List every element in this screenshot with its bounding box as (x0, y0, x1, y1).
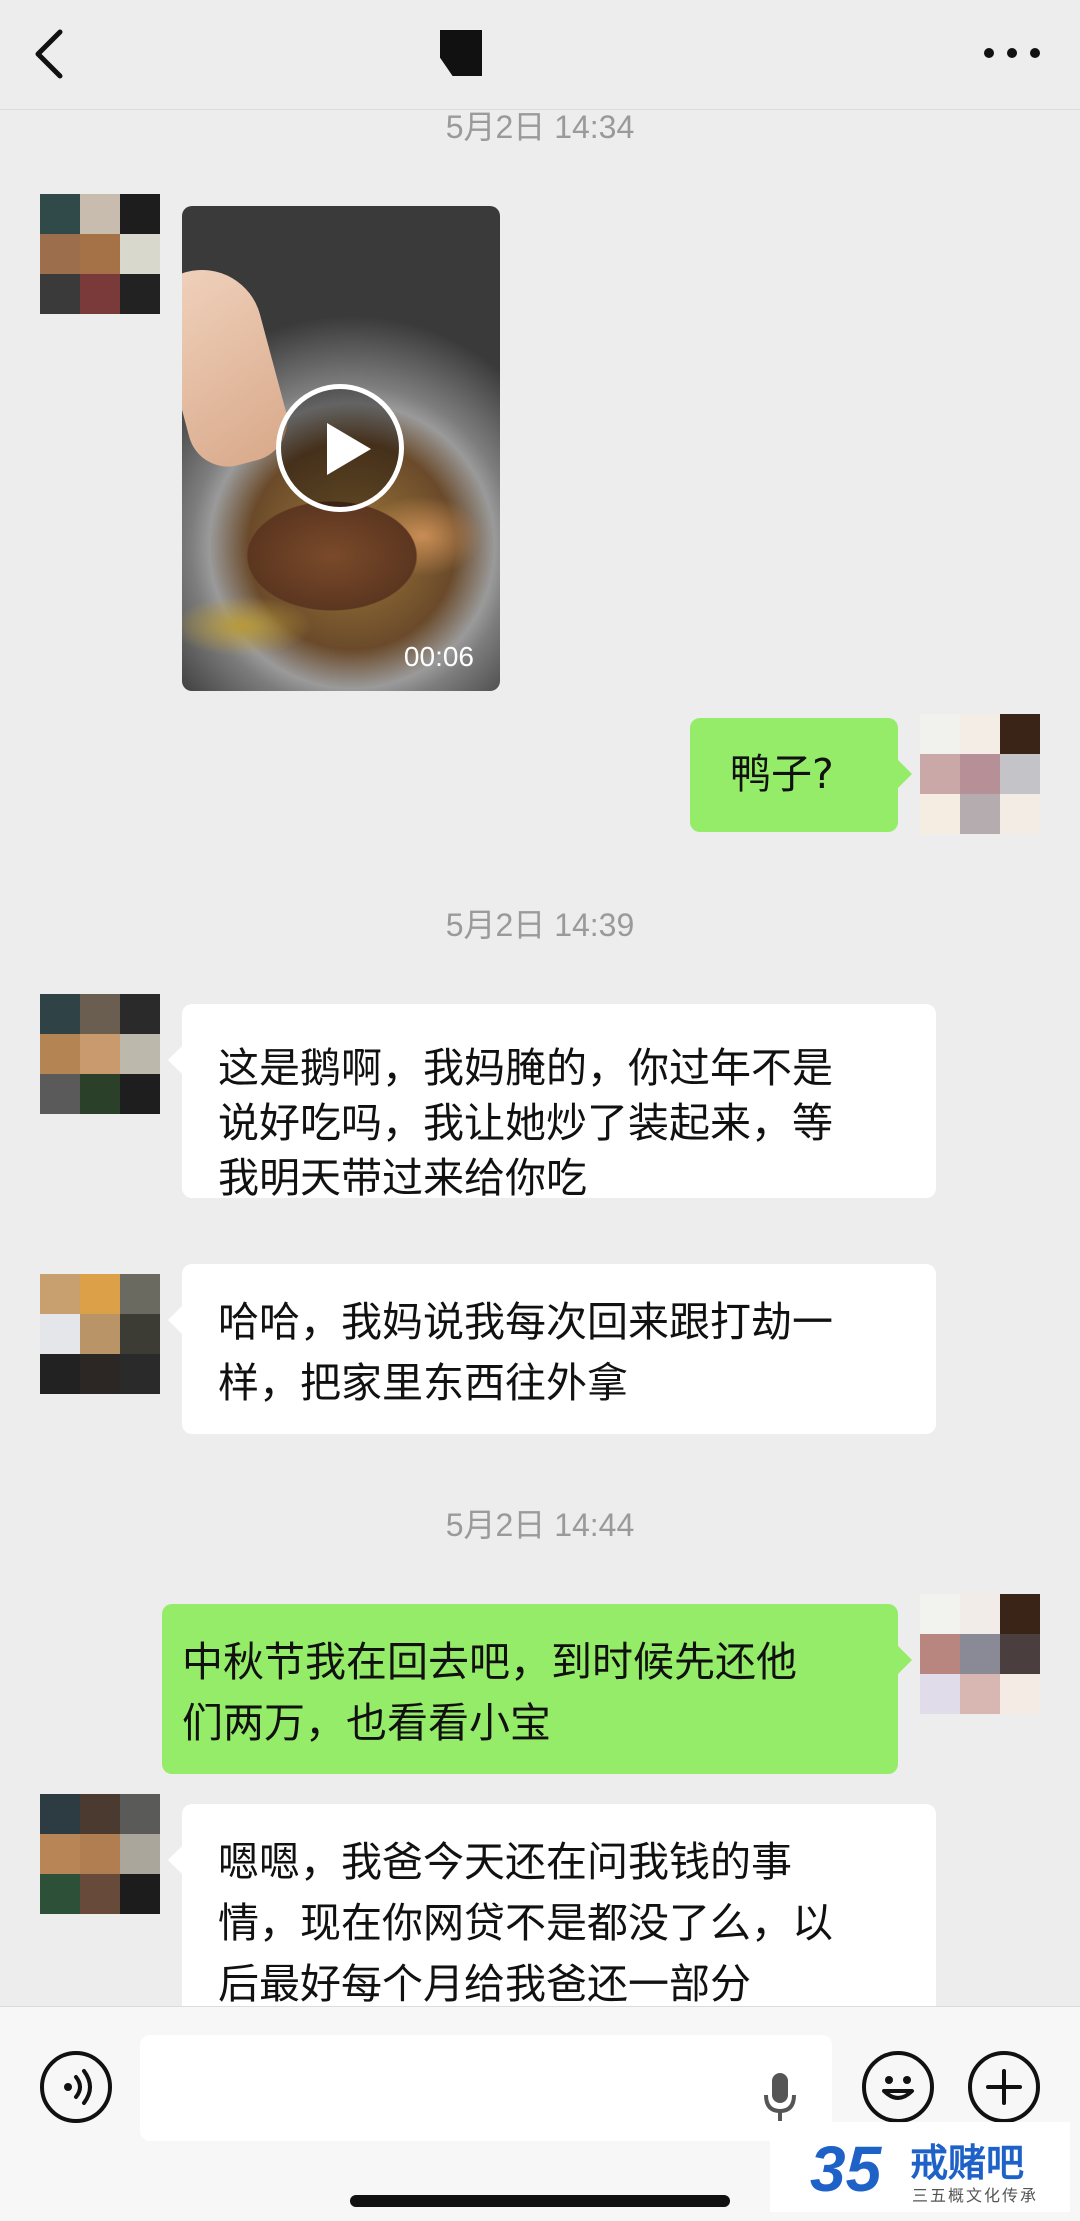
message-text: 嗯嗯，我爸今天还在问我钱的事 (218, 1838, 792, 1886)
message-text: 我明天带过来给你吃 (218, 1154, 587, 1202)
chat-header (0, 0, 1080, 110)
message-text: 中秋节我在回去吧，到时候先还他 (182, 1638, 797, 1686)
avatar-self[interactable] (920, 714, 1040, 834)
back-icon[interactable] (28, 26, 72, 82)
message-bubble-outgoing[interactable]: 中秋节我在回去吧，到时候先还他 们两万，也看看小宝 (162, 1604, 912, 1774)
avatar[interactable] (40, 1794, 160, 1914)
message-bubble-incoming[interactable]: 这是鹅啊，我妈腌的，你过年不是 说好吃吗，我让她炒了装起来，等 我明天带过来给你… (168, 1004, 936, 1202)
message-text: 样，把家里东西往外拿 (218, 1359, 628, 1407)
voice-icon[interactable] (40, 2051, 112, 2123)
watermark-subtitle: 三五概文化传承 (912, 2186, 1039, 2205)
message-bubble-incoming[interactable]: 哈哈，我妈说我每次回来跟打劫一 样，把家里东西往外拿 (168, 1264, 936, 1434)
message-text: 这是鹅啊，我妈腌的，你过年不是 (218, 1044, 833, 1092)
message-text: 情，现在你网贷不是都没了么，以 (218, 1899, 833, 1947)
watermark-name: 戒赌吧 (910, 2141, 1025, 2185)
more-icon[interactable] (984, 48, 1040, 60)
message-bubble-incoming[interactable]: 嗯嗯，我爸今天还在问我钱的事 情，现在你网贷不是都没了么，以 后最好每个月给我爸… (168, 1804, 936, 2024)
avatar[interactable] (40, 1274, 160, 1394)
avatar-self[interactable] (920, 1594, 1040, 1714)
message-bubble-outgoing[interactable]: 鸭子? (690, 718, 912, 832)
timestamp: 5月2日 14:39 (445, 907, 635, 943)
watermark: 35 戒赌吧 三五概文化传承 (770, 2122, 1070, 2212)
home-indicator[interactable] (350, 2195, 730, 2207)
avatar[interactable] (40, 994, 160, 1114)
plus-icon[interactable] (968, 2051, 1040, 2123)
message-text: 们两万，也看看小宝 (182, 1699, 551, 1747)
watermark-logo: 35 (810, 2133, 882, 2205)
timestamp: 5月2日 14:34 (445, 109, 635, 145)
timestamp: 5月2日 14:44 (445, 1507, 635, 1543)
message-text: 说好吃吗，我让她炒了装起来，等 (218, 1099, 833, 1147)
message-text: 鸭子? (730, 750, 834, 798)
message-text: 哈哈，我妈说我每次回来跟打劫一 (218, 1298, 833, 1346)
contact-name-redacted (440, 30, 482, 76)
message-input[interactable] (140, 2035, 832, 2141)
mic-icon[interactable] (760, 2069, 800, 2125)
avatar[interactable] (40, 194, 160, 314)
video-message[interactable]: 00:06 (182, 206, 500, 691)
video-duration: 00:06 (403, 641, 474, 672)
play-icon[interactable] (276, 384, 404, 512)
emoji-icon[interactable] (862, 2051, 934, 2123)
